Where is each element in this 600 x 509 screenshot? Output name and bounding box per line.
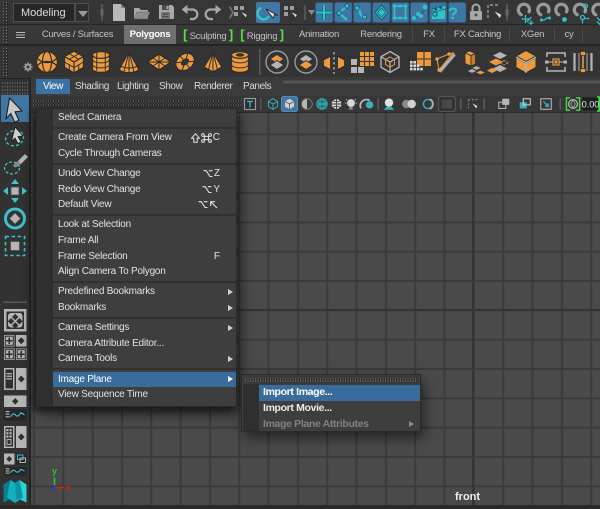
svg-text:0.00: 0.00 bbox=[582, 100, 600, 110]
svg-text:?: ? bbox=[448, 4, 458, 23]
svg-text:y: y bbox=[52, 466, 57, 476]
svg-text:x: x bbox=[65, 483, 70, 493]
svg-text:z: z bbox=[51, 483, 56, 493]
